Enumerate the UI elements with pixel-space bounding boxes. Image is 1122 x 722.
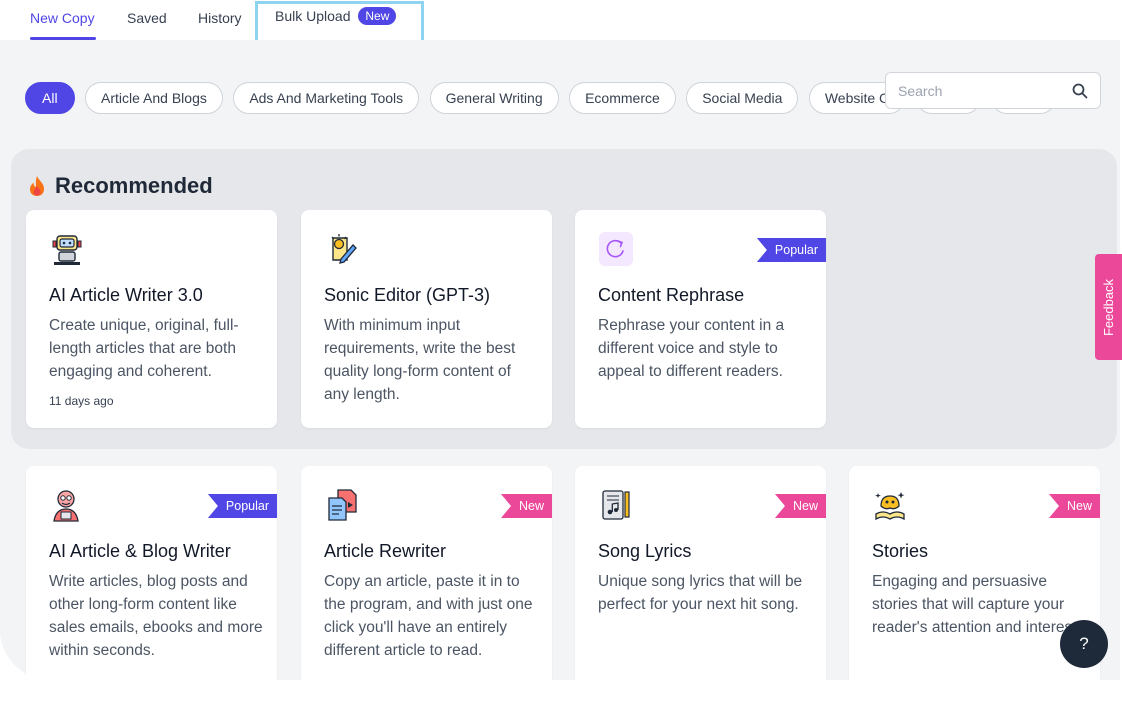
- card-article-rewriter[interactable]: New Article Rewriter Copy an article, pa…: [301, 466, 552, 706]
- help-label: ?: [1079, 634, 1089, 653]
- filter-ads-and-marketing[interactable]: Ads And Marketing Tools: [233, 82, 420, 114]
- filter-social-media[interactable]: Social Media: [686, 82, 799, 114]
- card-sonic-editor[interactable]: Sonic Editor (GPT-3) With minimum input …: [301, 210, 552, 428]
- new-ribbon: New: [774, 494, 826, 518]
- card-title: Sonic Editor (GPT-3): [324, 285, 491, 305]
- card-title: AI Article & Blog Writer: [49, 541, 231, 561]
- tab-saved[interactable]: Saved: [127, 10, 167, 26]
- popular-ribbon: Popular: [207, 494, 277, 518]
- writer-avatar-icon: [53, 490, 79, 522]
- feedback-tab[interactable]: Feedback: [1095, 254, 1122, 360]
- card-title: Article Rewriter: [324, 541, 447, 561]
- help-button[interactable]: ?: [1060, 620, 1108, 668]
- recommended-title: Recommended: [55, 173, 213, 198]
- tab-bulk-upload[interactable]: Bulk Upload New: [275, 7, 397, 25]
- tab-new-copy[interactable]: New Copy: [30, 10, 95, 26]
- card-song-lyrics[interactable]: New Song Lyrics Unique song lyrics that …: [575, 466, 826, 706]
- page-bottom: [0, 682, 1122, 722]
- card-title: Content Rephrase: [598, 285, 745, 305]
- card-description: Rephrase your content in a different voi…: [598, 317, 785, 380]
- card-title: AI Article Writer 3.0: [49, 285, 203, 305]
- filter-ecommerce[interactable]: Ecommerce: [569, 82, 676, 114]
- new-ribbon: New: [1048, 494, 1100, 518]
- card-description: Engaging and persuasive stories that wil…: [872, 573, 1081, 636]
- storybook-icon: [875, 492, 905, 521]
- feedback-label: Feedback: [1101, 278, 1116, 336]
- popular-ribbon: Popular: [756, 238, 826, 262]
- new-ribbon: New: [500, 494, 552, 518]
- tab-bulk-upload-label: Bulk Upload: [275, 8, 351, 24]
- top-tabs: New Copy Saved History Bulk Upload New: [0, 0, 1122, 47]
- card-description: Create unique, original, full-length art…: [49, 317, 239, 380]
- tab-history[interactable]: History: [198, 10, 242, 26]
- card-description: Write articles, blog posts and other lon…: [49, 573, 263, 659]
- refresh-icon: [599, 232, 633, 266]
- fire-icon: [30, 176, 44, 196]
- music-notes-icon: [602, 490, 630, 520]
- document-rewrite-icon: [328, 489, 357, 521]
- robot-icon: [52, 235, 82, 265]
- recommended-heading: Recommended: [27, 173, 213, 199]
- search-icon[interactable]: [1072, 83, 1088, 99]
- search-input[interactable]: [898, 82, 1063, 99]
- card-content-rephrase[interactable]: Popular Content Rephrase Rephrase your c…: [575, 210, 826, 428]
- card-stories[interactable]: New Stories Engaging and persuasive stor…: [849, 466, 1100, 706]
- lightbulb-pencil-icon: [331, 234, 357, 264]
- card-ai-article-blog-writer[interactable]: Popular AI Article & Blog Writer Write a…: [26, 466, 277, 706]
- search-box: [885, 72, 1101, 109]
- card-title: Song Lyrics: [598, 541, 692, 561]
- card-description: Copy an article, paste it in to the prog…: [324, 573, 533, 659]
- filter-article-and-blogs[interactable]: Article And Blogs: [85, 82, 223, 114]
- filter-general-writing[interactable]: General Writing: [429, 82, 559, 114]
- card-ai-article-writer[interactable]: AI Article Writer 3.0 Create unique, ori…: [26, 210, 277, 428]
- new-badge: New: [358, 7, 397, 25]
- filter-all[interactable]: All: [25, 82, 75, 114]
- card-description: With minimum input requirements, write t…: [324, 317, 516, 403]
- card-title: Stories: [872, 541, 929, 561]
- card-timestamp: 11 days ago: [49, 394, 114, 408]
- card-description: Unique song lyrics that will be perfect …: [598, 573, 803, 613]
